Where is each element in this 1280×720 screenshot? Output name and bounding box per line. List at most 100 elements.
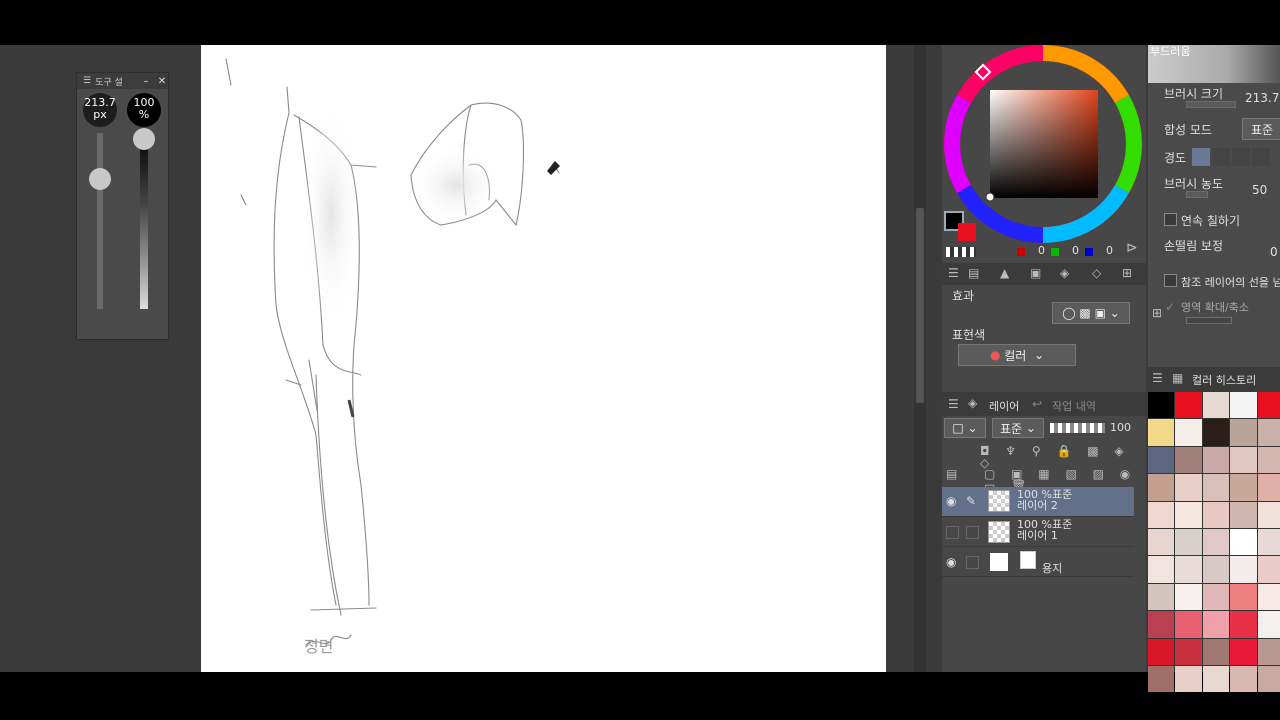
tool-tab-icon[interactable]: ⊞ bbox=[1122, 267, 1132, 279]
tool-tab-icon[interactable]: ◈ bbox=[1060, 267, 1069, 279]
color-swatch[interactable] bbox=[1202, 528, 1230, 556]
hardness-level-4[interactable] bbox=[1252, 148, 1270, 166]
color-swatch[interactable] bbox=[1257, 556, 1280, 583]
color-swatch[interactable] bbox=[1202, 638, 1230, 665]
color-swatch[interactable] bbox=[1202, 419, 1230, 446]
color-swatch[interactable] bbox=[1175, 474, 1202, 501]
color-swatch[interactable] bbox=[1257, 446, 1280, 474]
color-swatch[interactable] bbox=[1175, 528, 1202, 556]
pen-icon[interactable]: ✎ bbox=[966, 495, 976, 507]
continuous-checkbox[interactable] bbox=[1164, 213, 1177, 226]
layer-opacity-value[interactable]: 100 bbox=[1110, 421, 1131, 434]
color-swatch[interactable] bbox=[1230, 638, 1257, 665]
color-swatch[interactable] bbox=[1175, 611, 1202, 638]
menu-icon[interactable]: ☰ bbox=[948, 398, 959, 410]
expression-color-dropdown[interactable]: ● 컬러 ⌄ bbox=[958, 344, 1076, 366]
layer-row[interactable]: ◉ 용지 bbox=[942, 547, 1134, 577]
color-swatch[interactable] bbox=[1148, 446, 1175, 474]
scrollbar-thumb[interactable] bbox=[916, 208, 924, 403]
color-swatch[interactable] bbox=[1257, 638, 1280, 665]
color-swatch[interactable] bbox=[1230, 419, 1257, 446]
menu-icon[interactable]: ☰ bbox=[83, 76, 91, 86]
color-swatch[interactable] bbox=[1202, 583, 1230, 611]
color-swatch[interactable] bbox=[1175, 638, 1202, 665]
brush-size-knob[interactable] bbox=[89, 168, 111, 190]
hardness-level-1[interactable] bbox=[1192, 148, 1210, 166]
color-swatch[interactable] bbox=[1175, 556, 1202, 583]
color-swatch[interactable] bbox=[1202, 556, 1230, 583]
panel-titlebar[interactable]: ☰ 도구 설 – ✕ bbox=[77, 73, 168, 89]
hardness-level-3[interactable] bbox=[1232, 148, 1250, 166]
brush-size-bar[interactable] bbox=[1186, 101, 1236, 108]
edit-toggle[interactable] bbox=[966, 556, 979, 569]
color-swatch[interactable] bbox=[1175, 583, 1202, 611]
layer-property-icon[interactable]: ▤ bbox=[946, 468, 957, 480]
tool-tab-icon[interactable]: ◇ bbox=[1092, 267, 1101, 279]
color-swatch[interactable] bbox=[1148, 528, 1175, 556]
color-swatch[interactable] bbox=[1257, 501, 1280, 528]
plus-icon[interactable]: ⊞ bbox=[1152, 307, 1162, 319]
color-swatch[interactable] bbox=[1230, 446, 1257, 474]
stabilization-value[interactable]: 0 bbox=[1270, 245, 1278, 259]
color-history-title[interactable]: 컬러 히스토리 bbox=[1192, 372, 1256, 388]
color-swatch[interactable] bbox=[1257, 583, 1280, 611]
layer-lock-icons[interactable]: ◘ ♆ ⚲ 🔒 ▩ ◈ ◇ bbox=[980, 445, 1146, 469]
color-swatch[interactable] bbox=[1257, 419, 1280, 446]
color-swatch[interactable] bbox=[1175, 665, 1202, 693]
color-swatch[interactable] bbox=[1175, 501, 1202, 528]
tab-layer[interactable]: 레이어 bbox=[989, 398, 1019, 414]
color-swatch[interactable] bbox=[1230, 474, 1257, 501]
edit-toggle[interactable] bbox=[966, 526, 979, 539]
drawing-canvas[interactable]: 정면 bbox=[201, 45, 886, 672]
color-swatch[interactable] bbox=[1175, 446, 1202, 474]
color-swatch[interactable] bbox=[1202, 611, 1230, 638]
color-swatch[interactable] bbox=[1230, 583, 1257, 611]
visibility-toggle[interactable] bbox=[946, 526, 959, 539]
opacity-slider[interactable] bbox=[140, 133, 148, 309]
color-swatch[interactable] bbox=[1175, 392, 1202, 419]
color-swatch[interactable] bbox=[1148, 392, 1175, 419]
tool-tab-icon[interactable]: ▣ bbox=[1030, 267, 1041, 279]
color-swatch[interactable] bbox=[1257, 665, 1280, 693]
color-swatch[interactable] bbox=[1202, 392, 1230, 419]
tab-history[interactable]: 작업 내역 bbox=[1052, 398, 1096, 414]
color-swatch[interactable] bbox=[1148, 611, 1175, 638]
color-swatch[interactable] bbox=[1148, 474, 1175, 501]
color-swatch[interactable] bbox=[1148, 638, 1175, 665]
blend-mode-dropdown[interactable]: 표준 bbox=[1242, 118, 1280, 140]
reference-checkbox[interactable] bbox=[1164, 274, 1177, 287]
hardness-level-2[interactable] bbox=[1212, 148, 1230, 166]
color-swatch[interactable] bbox=[1230, 556, 1257, 583]
color-swatch[interactable] bbox=[1257, 611, 1280, 638]
eye-icon[interactable]: ◉ bbox=[946, 495, 956, 507]
color-swatch[interactable] bbox=[1230, 501, 1257, 528]
color-swatch[interactable] bbox=[1230, 392, 1257, 419]
color-swatch[interactable] bbox=[1257, 392, 1280, 419]
effect-dropdown[interactable]: ◯ ▩ ▣ ⌄ bbox=[1052, 302, 1130, 324]
play-icon[interactable]: ⊳ bbox=[1126, 241, 1138, 255]
color-swatch[interactable] bbox=[1202, 446, 1230, 474]
menu-icon[interactable]: ☰ bbox=[948, 267, 959, 279]
color-swatch[interactable] bbox=[1257, 528, 1280, 556]
minimize-icon[interactable]: – bbox=[140, 76, 152, 87]
color-swatch[interactable] bbox=[1257, 474, 1280, 501]
sub-color-swatch[interactable] bbox=[958, 223, 976, 241]
expand-bar[interactable] bbox=[1186, 317, 1232, 324]
color-swatch[interactable] bbox=[1230, 665, 1257, 693]
color-swatch[interactable] bbox=[1148, 556, 1175, 583]
color-swatch[interactable] bbox=[1148, 583, 1175, 611]
density-bar[interactable] bbox=[1186, 191, 1208, 198]
color-swatch[interactable] bbox=[1230, 528, 1257, 556]
color-swatch[interactable] bbox=[1202, 665, 1230, 693]
tool-tab-icon[interactable]: ▤ bbox=[968, 267, 979, 279]
layer-blend-dropdown[interactable]: 표준 ⌄ bbox=[992, 418, 1044, 438]
color-swatch[interactable] bbox=[1202, 474, 1230, 501]
opacity-knob[interactable] bbox=[133, 128, 155, 150]
tool-tab-icon[interactable]: ▲ bbox=[1000, 267, 1009, 279]
brush-size-slider[interactable] bbox=[97, 133, 103, 309]
color-swatch[interactable] bbox=[1230, 611, 1257, 638]
color-swatch[interactable] bbox=[1148, 501, 1175, 528]
color-swatch[interactable] bbox=[1148, 419, 1175, 446]
color-swatch[interactable] bbox=[1148, 665, 1175, 693]
layer-row[interactable]: ◉ ✎ 100 %표준 레이어 2 bbox=[942, 487, 1134, 517]
